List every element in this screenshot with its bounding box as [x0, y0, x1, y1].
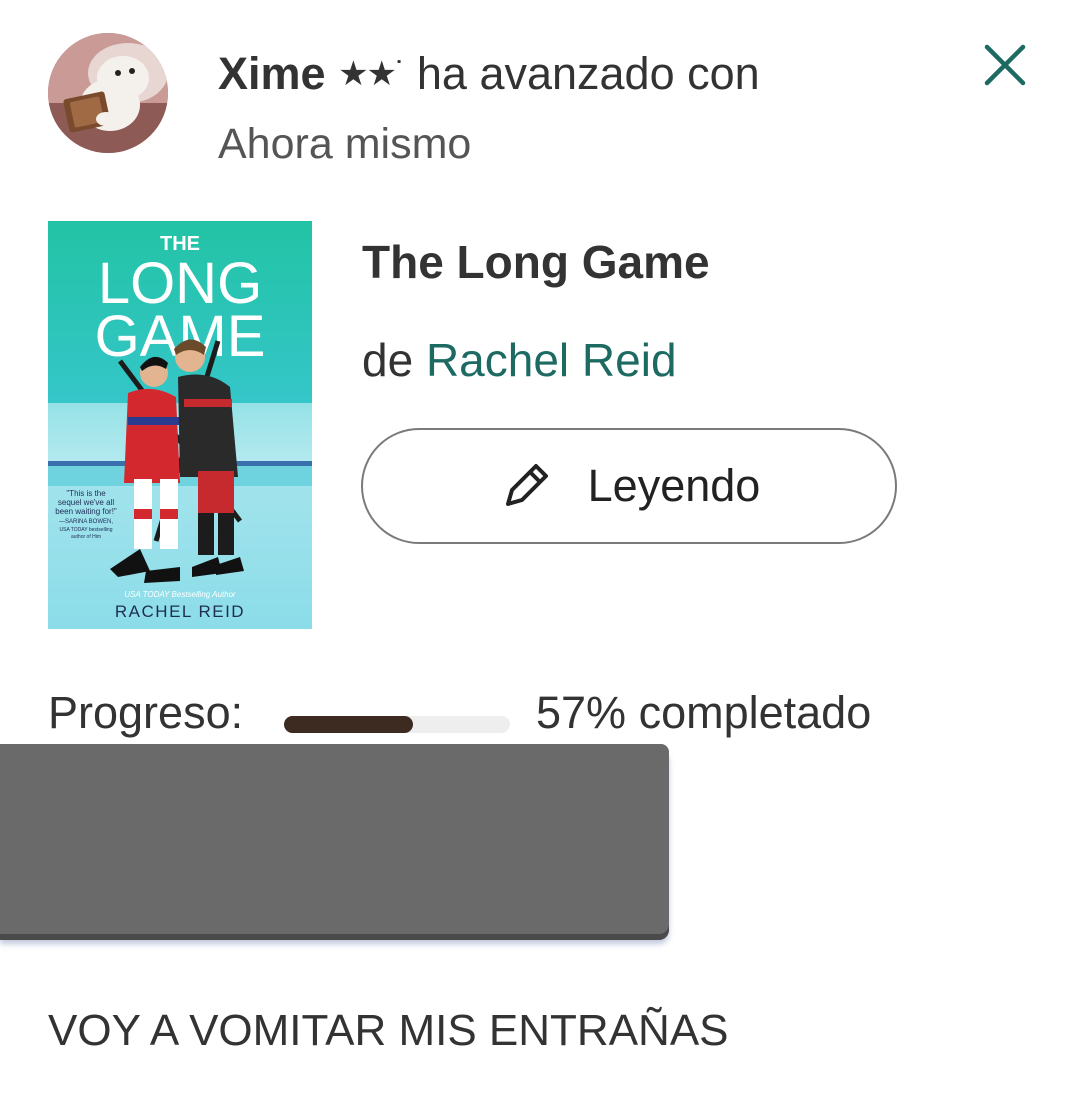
progress-label: Progreso: [48, 687, 244, 738]
cover-quote-4: —SARINA BOWEN, [59, 519, 113, 525]
notification-header: Xime ★★˙ ha avanzado con [218, 44, 760, 104]
action-text: ha avanzado con [416, 48, 760, 99]
cover-quote-5: USA TODAY bestselling [60, 527, 113, 533]
progress-bar [284, 716, 510, 733]
reading-status-label: Leyendo [587, 460, 761, 511]
author-line: de Rachel Reid [362, 330, 677, 390]
close-icon [984, 44, 1026, 86]
avatar[interactable] [48, 33, 168, 153]
author-link[interactable]: Rachel Reid [426, 334, 677, 386]
book-cover-art: THE LONG GAME "This is the sequel we've … [48, 221, 312, 629]
by-prefix: de [362, 334, 414, 386]
timestamp: Ahora mismo [218, 120, 472, 168]
comment-text: VOY A VOMITAR MIS ENTRAÑAS [48, 1006, 729, 1055]
redacted-block [0, 744, 669, 934]
close-button[interactable] [978, 38, 1032, 92]
cover-quote-6: author of Him [71, 534, 101, 540]
progress-bar-fill [284, 716, 413, 733]
avatar-image [48, 33, 168, 153]
cover-author: RACHEL REID [115, 602, 245, 621]
progress-text: 57% completado [536, 687, 872, 738]
pencil-icon [505, 464, 548, 506]
book-cover[interactable]: THE LONG GAME "This is the sequel we've … [48, 221, 312, 629]
cover-tagline: USA TODAY Bestselling Author [124, 590, 236, 599]
cover-quote-3: been waiting for!" [55, 507, 117, 516]
cover-quote-1: "This is the [66, 489, 106, 498]
username[interactable]: Xime [218, 48, 326, 99]
book-title[interactable]: The Long Game [362, 232, 710, 292]
rating-stars: ★★˙ [338, 55, 406, 93]
reading-status-button[interactable]: Leyendo [361, 428, 897, 544]
cover-quote-2: sequel we've all [58, 498, 114, 507]
